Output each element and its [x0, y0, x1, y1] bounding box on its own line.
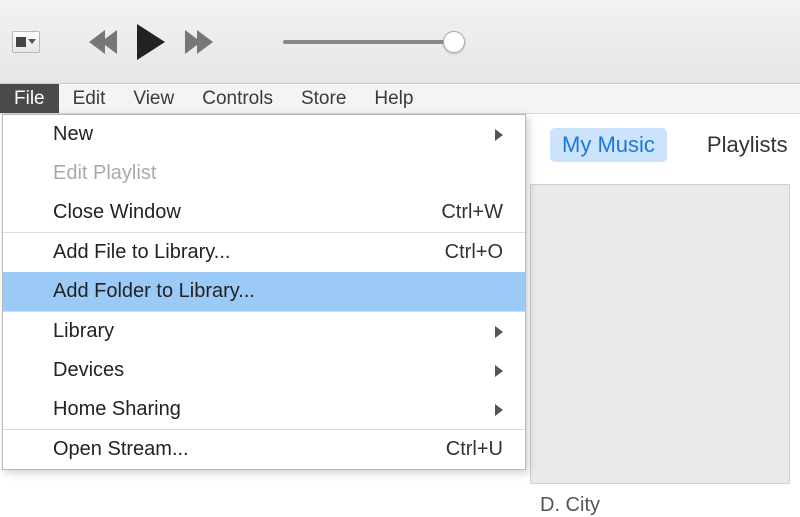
file-menu-dropdown: New Edit Playlist Close Window Ctrl+W Ad…: [2, 114, 526, 470]
menu-item-label: Home Sharing: [53, 398, 181, 421]
menu-item-label: Devices: [53, 359, 124, 382]
slider-knob[interactable]: [443, 31, 465, 53]
square-icon: [16, 37, 26, 47]
play-button[interactable]: [137, 24, 165, 60]
previous-button[interactable]: [89, 30, 113, 54]
menu-item-edit-playlist: Edit Playlist: [3, 154, 525, 193]
menu-item-shortcut: Ctrl+W: [441, 201, 503, 224]
forward-icon: [197, 30, 213, 54]
chevron-down-icon: [28, 39, 36, 44]
menu-item-home-sharing[interactable]: Home Sharing: [3, 390, 525, 429]
menu-item-close-window[interactable]: Close Window Ctrl+W: [3, 193, 525, 232]
menu-item-new[interactable]: New: [3, 115, 525, 154]
menu-file[interactable]: File: [0, 84, 59, 113]
menu-controls[interactable]: Controls: [188, 84, 287, 113]
slider-track: [283, 40, 453, 44]
menu-bar: File Edit View Controls Store Help: [0, 84, 800, 114]
menu-item-open-stream[interactable]: Open Stream... Ctrl+U: [3, 430, 525, 469]
menu-edit[interactable]: Edit: [59, 84, 120, 113]
sidebar-toggle-button[interactable]: [12, 31, 40, 53]
menu-item-label: Open Stream...: [53, 438, 189, 461]
menu-help[interactable]: Help: [360, 84, 427, 113]
transport-controls: [89, 24, 213, 60]
album-art-placeholder[interactable]: [530, 184, 790, 484]
menu-store[interactable]: Store: [287, 84, 360, 113]
menu-item-label: Close Window: [53, 201, 181, 224]
progress-slider[interactable]: [283, 31, 465, 53]
player-toolbar: [0, 0, 800, 84]
menu-item-shortcut: Ctrl+O: [445, 241, 503, 264]
menu-item-devices[interactable]: Devices: [3, 351, 525, 390]
next-button[interactable]: [189, 30, 213, 54]
tab-my-music[interactable]: My Music: [550, 128, 667, 162]
menu-item-add-file[interactable]: Add File to Library... Ctrl+O: [3, 233, 525, 272]
menu-item-label: New: [53, 123, 93, 146]
menu-item-label: Add File to Library...: [53, 241, 230, 264]
menu-item-shortcut: Ctrl+U: [446, 438, 503, 461]
menu-item-add-folder[interactable]: Add Folder to Library...: [3, 272, 525, 311]
menu-item-label: Edit Playlist: [53, 162, 156, 185]
menu-item-library[interactable]: Library: [3, 312, 525, 351]
menu-item-label: Add Folder to Library...: [53, 280, 255, 303]
album-caption: D. City: [540, 494, 600, 517]
menu-item-label: Library: [53, 320, 114, 343]
rewind-icon: [101, 30, 117, 54]
menu-view[interactable]: View: [119, 84, 188, 113]
tab-playlists[interactable]: Playlists: [695, 128, 800, 162]
